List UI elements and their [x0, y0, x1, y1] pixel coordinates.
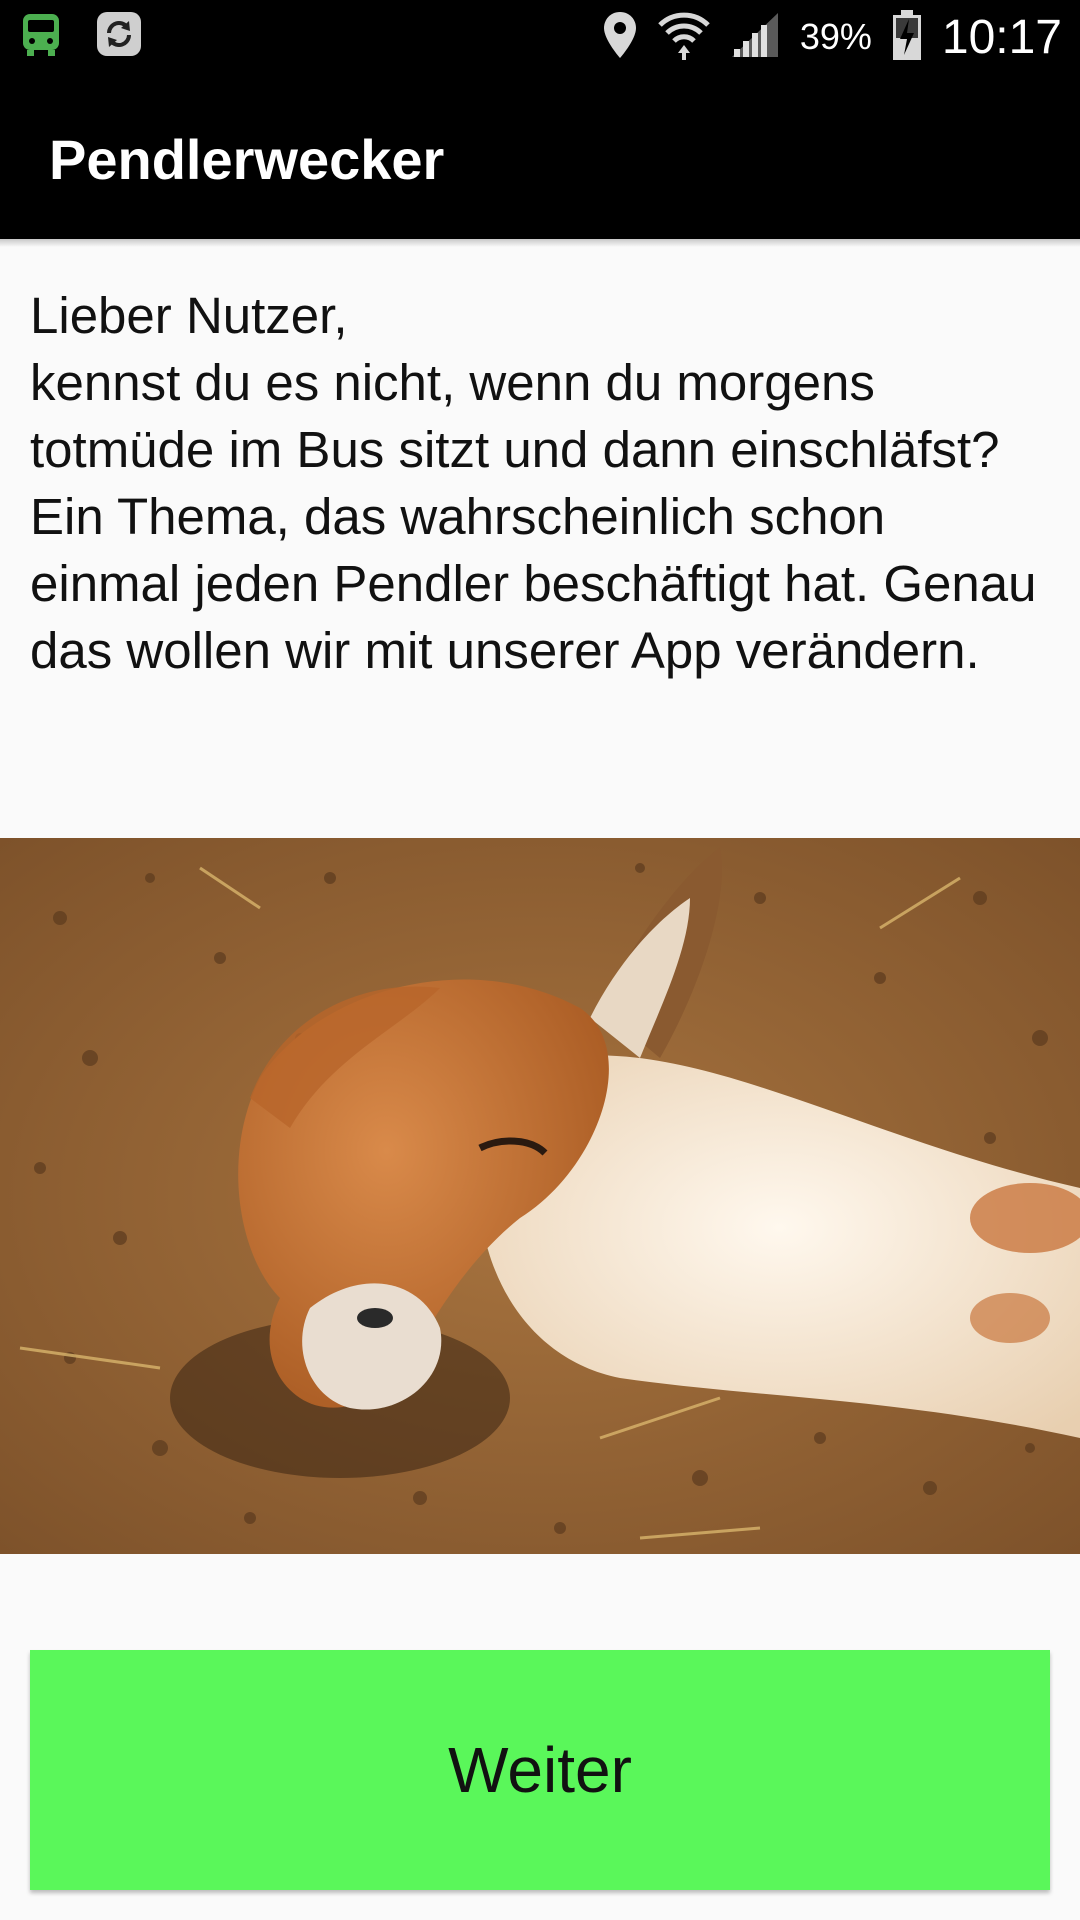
wifi-icon	[658, 9, 710, 66]
battery-charging-icon	[892, 9, 922, 66]
app-bar: Pendlerwecker	[0, 73, 1080, 239]
app-title: Pendlerwecker	[49, 128, 445, 191]
app-bar-shadow	[0, 239, 1080, 247]
intro-text: Lieber Nutzer, kennst du es nicht, wenn …	[30, 287, 1037, 679]
clock: 10:17	[941, 10, 1062, 64]
status-left-icons	[20, 10, 142, 63]
status-right-icons: 39% 10:17	[602, 5, 1062, 69]
signal-icon	[730, 11, 780, 64]
status-bar: 39% 10:17	[0, 0, 1080, 73]
location-icon	[602, 10, 638, 65]
sleeping-alpaca-photo	[0, 838, 1080, 1554]
battery-percent: 39%	[799, 16, 872, 57]
next-button[interactable]: Weiter	[30, 1650, 1050, 1890]
sync-icon	[96, 11, 142, 62]
bus-icon	[20, 10, 62, 63]
